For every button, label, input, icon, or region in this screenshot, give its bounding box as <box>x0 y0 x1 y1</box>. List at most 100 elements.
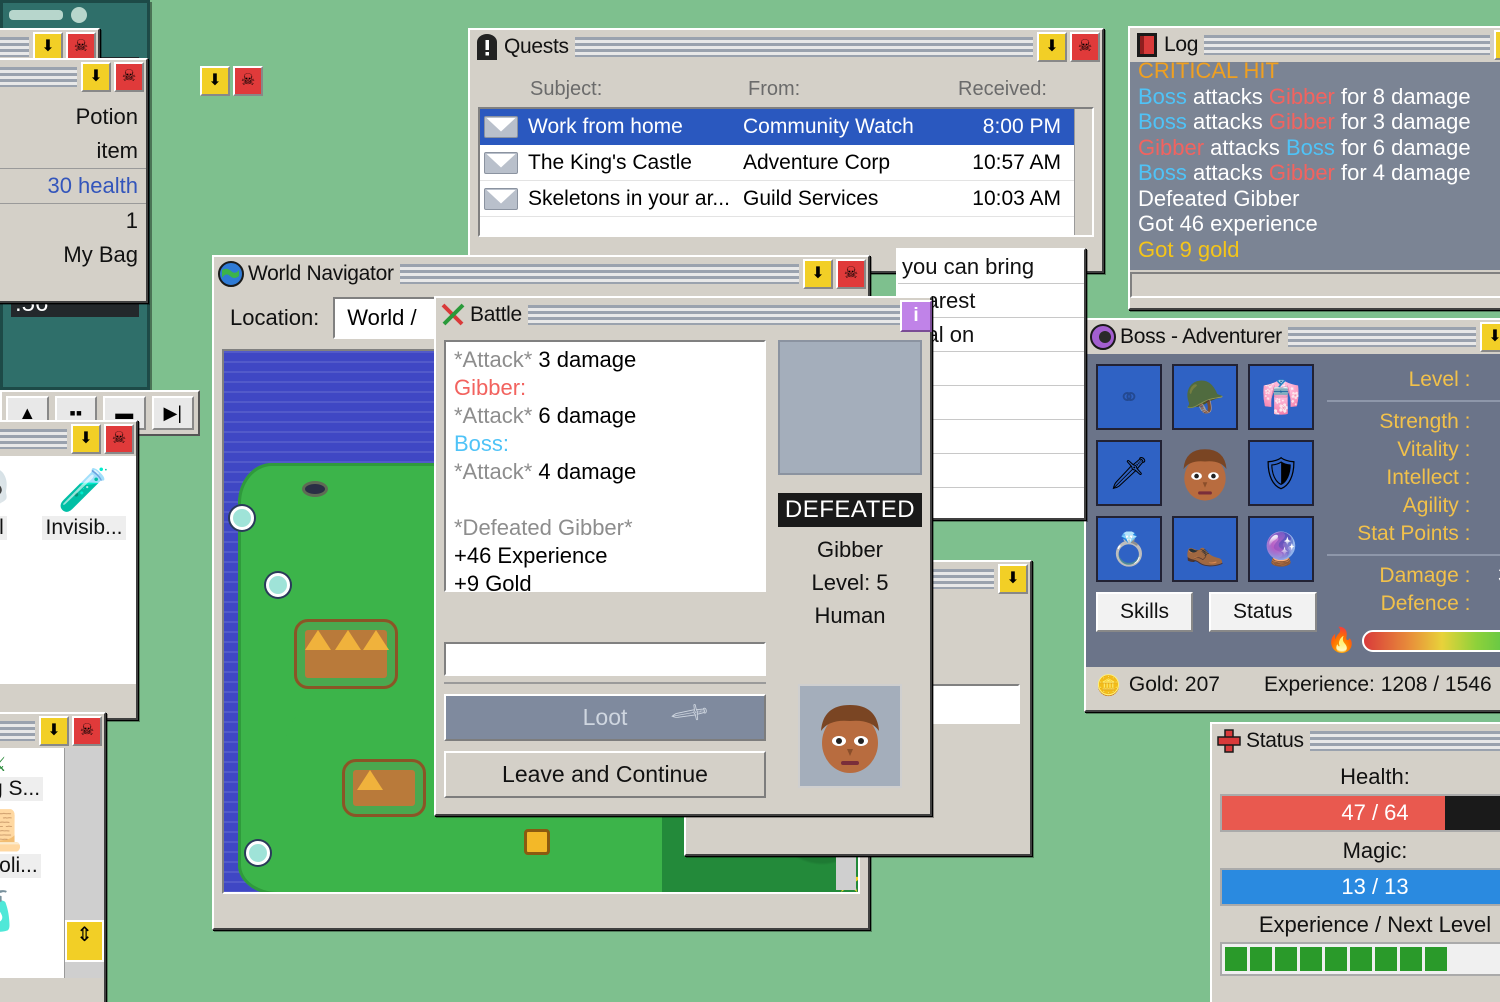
character-buttons[interactable]: Skills Status <box>1096 592 1317 632</box>
quest-marker-icon[interactable] <box>524 829 550 855</box>
status-window[interactable]: Status ⬇ Health: 47 / 64 Magic: 13 / 13 … <box>1210 722 1500 1002</box>
log-line: Got 9 gold <box>1138 236 1240 262</box>
status-button[interactable]: Status <box>1209 592 1317 632</box>
window-buttons[interactable]: ⬇ ☠ <box>71 424 134 454</box>
experience-label: Experience: 1208 / 1546 <box>1263 673 1492 696</box>
list-item[interactable]: 🧪 Invisib... <box>40 464 128 676</box>
potion-tooltip-window[interactable]: ⬇ ☠ Potion item 30 health 1 My Bag <box>0 58 148 303</box>
potion-quantity: 1 <box>125 208 138 233</box>
titlebar[interactable]: Boss - Adventurer ⬇ <box>1086 320 1500 354</box>
window-buttons[interactable]: ⬇ <box>1494 30 1500 60</box>
leave-and-continue-button[interactable]: Leave and Continue <box>444 751 766 798</box>
titlebar[interactable]: Battle <box>436 298 930 332</box>
minimize-icon[interactable]: ⬇ <box>1494 30 1500 60</box>
quests-window[interactable]: Quests ⬇ ☠ Subject: From: Received: Work… <box>468 28 1104 273</box>
map-node-icon[interactable] <box>230 506 254 530</box>
loot-button[interactable]: Loot 🗡 <box>444 691 766 741</box>
health-bar: 47 / 64 <box>1220 794 1500 832</box>
boots-icon: 👞 <box>1185 531 1225 567</box>
character-window[interactable]: Boss - Adventurer ⬇ ⚭ 🪖 👘 🗡 🛡 💍 👞 🔮 Skil… <box>1084 318 1500 712</box>
quest-received: 10:03 AM <box>972 186 1061 210</box>
titlebar[interactable]: ⬇ ☠ <box>0 714 104 748</box>
log-line: Boss attacks Gibber for 8 damage <box>1138 83 1471 109</box>
minimize-icon[interactable]: ⬇ <box>71 424 101 454</box>
log-window[interactable]: Log ⬇ CRITICAL HIT Boss attacks Gibber f… <box>1128 26 1500 310</box>
window-buttons[interactable]: ⬇ <box>1480 322 1500 352</box>
clock-window-buttons[interactable]: ⬇ ☠ <box>200 66 263 96</box>
stat-value: 8 <box>1478 464 1500 492</box>
stat-value: 0 <box>1478 520 1500 548</box>
close-icon[interactable]: ☠ <box>114 62 144 92</box>
list-item[interactable]: 💀 kull <box>0 464 32 676</box>
titlebar[interactable]: World Navigator ⬇ ☠ <box>214 257 868 291</box>
window-buttons[interactable]: ⬇ ☠ <box>1037 32 1100 62</box>
flame-icon: 🔥 <box>1326 627 1357 654</box>
hero-portrait <box>1172 440 1238 506</box>
titlebar[interactable]: ⬇ ☠ <box>0 422 136 456</box>
close-icon[interactable]: ☠ <box>233 66 263 96</box>
close-icon[interactable]: ☠ <box>1070 32 1100 62</box>
table-row[interactable]: The King's Castle Adventure Corp 10:57 A… <box>480 145 1092 181</box>
weapon-slot[interactable]: 🗡 <box>1096 440 1162 506</box>
battle-log: *Attack* 3 damage Gibber: *Attack* 6 dam… <box>444 340 766 596</box>
equipment-grid[interactable]: ⚭ 🪖 👘 🗡 🛡 💍 👞 🔮 <box>1096 364 1317 582</box>
log-input-bar[interactable] <box>1130 272 1500 298</box>
armor-slot[interactable]: 👘 <box>1248 364 1314 430</box>
helmet-slot[interactable]: 🪖 <box>1172 364 1238 430</box>
inventory-window-2[interactable]: ⬇ ☠ ⚔ Long S... 📜 Monoli... 🧴 ⇕ <box>0 712 106 1002</box>
log-line: Gibber attacks Boss for 6 damage <box>1138 134 1471 160</box>
stat-strength: Strength : 11 <box>1327 408 1500 436</box>
amulet-slot[interactable]: 🔮 <box>1248 516 1314 582</box>
necklace-slot[interactable]: ⚭ <box>1096 364 1162 430</box>
minimize-icon[interactable]: ⬇ <box>81 62 111 92</box>
minimize-icon[interactable]: ⬇ <box>39 716 69 746</box>
cave-entrance-icon[interactable] <box>302 481 328 497</box>
skills-button[interactable]: Skills <box>1096 592 1194 632</box>
inventory-window-1[interactable]: ⬇ ☠ 💀 kull 🧪 Invisib... <box>0 420 138 720</box>
toolbar-button-skip[interactable]: ▶| <box>151 396 194 430</box>
map-node-icon[interactable] <box>266 573 290 597</box>
titlebar-stripes <box>1204 35 1490 55</box>
close-icon[interactable]: ☠ <box>72 716 102 746</box>
quests-list[interactable]: Work from home Community Watch 8:00 PM T… <box>478 107 1094 237</box>
window-buttons[interactable]: ⬇ ☠ <box>803 259 866 289</box>
enemy-name: Gibber <box>816 537 884 562</box>
titlebar[interactable]: Quests ⬇ ☠ <box>470 30 1102 64</box>
window-buttons[interactable]: ⬇ <box>998 564 1028 594</box>
battle-command-input[interactable] <box>444 642 766 676</box>
inventory-column[interactable]: ⚔ Long S... 📜 Monoli... 🧴 <box>0 748 64 978</box>
minimize-icon[interactable]: ⬇ <box>1037 32 1067 62</box>
close-icon[interactable]: ☠ <box>104 424 134 454</box>
minimize-icon[interactable]: ⬇ <box>803 259 833 289</box>
shield-slot[interactable]: 🛡 <box>1248 440 1314 506</box>
battle-window[interactable]: Battle *Attack* 3 damage Gibber: *Attack… <box>434 296 932 816</box>
scroll-thumb[interactable]: ⇕ <box>65 920 104 962</box>
stat-label: Vitality : <box>1397 438 1471 461</box>
map-node-icon[interactable] <box>246 841 270 865</box>
window-buttons[interactable]: ⬇ ☠ <box>39 716 102 746</box>
ring-slot[interactable]: 💍 <box>1096 516 1162 582</box>
quest-subject: Skeletons in your ar... <box>528 186 730 210</box>
titlebar[interactable]: ⬇ ☠ <box>0 60 146 94</box>
quest-from: Community Watch <box>743 114 914 138</box>
window-title: Status <box>1246 729 1304 752</box>
village-icon[interactable] <box>342 759 426 817</box>
boots-slot[interactable]: 👞 <box>1172 516 1238 582</box>
info-icon[interactable]: i <box>900 300 932 332</box>
battle-line: +9 Gold <box>454 571 532 596</box>
titlebar[interactable]: Log ⬇ <box>1130 28 1500 62</box>
alignment-meter[interactable]: 🔥 <box>1327 626 1500 655</box>
scrollbar[interactable] <box>1074 109 1092 235</box>
town-icon[interactable] <box>294 619 398 689</box>
titlebar[interactable]: Status ⬇ <box>1212 724 1500 758</box>
minimize-icon[interactable]: ⬇ <box>200 66 230 96</box>
window-buttons[interactable]: ⬇ ☠ <box>81 62 144 92</box>
close-icon[interactable]: ☠ <box>836 259 866 289</box>
table-row[interactable]: Work from home Community Watch 8:00 PM <box>480 109 1092 145</box>
inventory-grid[interactable]: 💀 kull 🧪 Invisib... <box>0 456 136 684</box>
minimize-icon[interactable]: ⬇ <box>998 564 1028 594</box>
table-row[interactable]: Skeletons in your ar... Guild Services 1… <box>480 181 1092 217</box>
scrollbar[interactable]: ⇕ <box>64 748 104 978</box>
minimize-icon[interactable]: ⬇ <box>1480 322 1500 352</box>
alignment-bar[interactable] <box>1362 629 1500 652</box>
